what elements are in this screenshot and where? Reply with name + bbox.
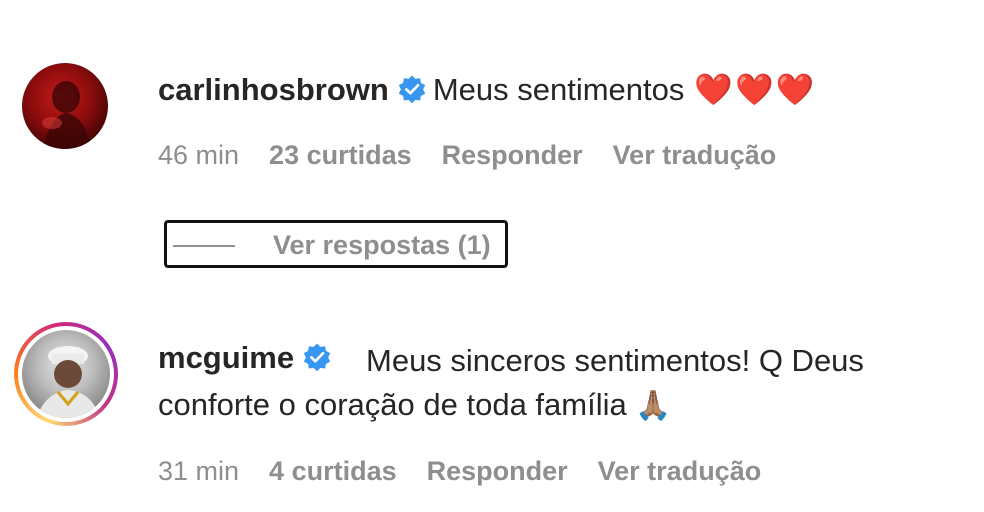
comment-time[interactable]: 46 min (158, 140, 239, 170)
comment-body: Meus sinceros sentimentos! Q Deus confor… (158, 339, 948, 428)
replies-divider (173, 245, 235, 247)
comment-carlinhosbrown: carlinhosbrown Meus sentimentos ❤️❤️❤️ 46… (0, 0, 984, 268)
reply-button[interactable]: Responder (427, 456, 568, 486)
verified-badge-icon (398, 75, 426, 104)
comment-meta: 46 min 23 curtidas Responder Ver tradução (158, 137, 806, 173)
comment-text: Meus sentimentos (432, 72, 685, 107)
view-replies-button[interactable]: Ver respostas (1) (164, 220, 508, 268)
comment-time[interactable]: 31 min (158, 456, 239, 486)
avatar-photo (36, 346, 100, 418)
view-replies-label: Ver respostas (1) (273, 230, 491, 260)
translate-button[interactable]: Ver tradução (613, 140, 777, 170)
avatar[interactable] (22, 63, 108, 149)
comment-text: Meus sinceros sentimentos! Q Deus confor… (158, 343, 864, 422)
likes-count[interactable]: 23 curtidas (269, 140, 412, 170)
comment-meta: 31 min 4 curtidas Responder Ver tradução (158, 453, 791, 489)
reply-button[interactable]: Responder (442, 140, 583, 170)
username[interactable]: carlinhosbrown (158, 72, 389, 107)
story-ring[interactable] (14, 322, 118, 426)
comment-line: carlinhosbrown Meus sentimentos ❤️❤️❤️ (158, 70, 816, 110)
translate-button[interactable]: Ver tradução (598, 456, 762, 486)
praying-hands-emoji-icon: 🙏🏽 (635, 390, 672, 422)
heart-emoji-icon: ❤️❤️❤️ (694, 72, 817, 107)
avatar[interactable] (22, 330, 110, 418)
likes-count[interactable]: 4 curtidas (269, 456, 397, 486)
avatar-photo (42, 81, 92, 149)
